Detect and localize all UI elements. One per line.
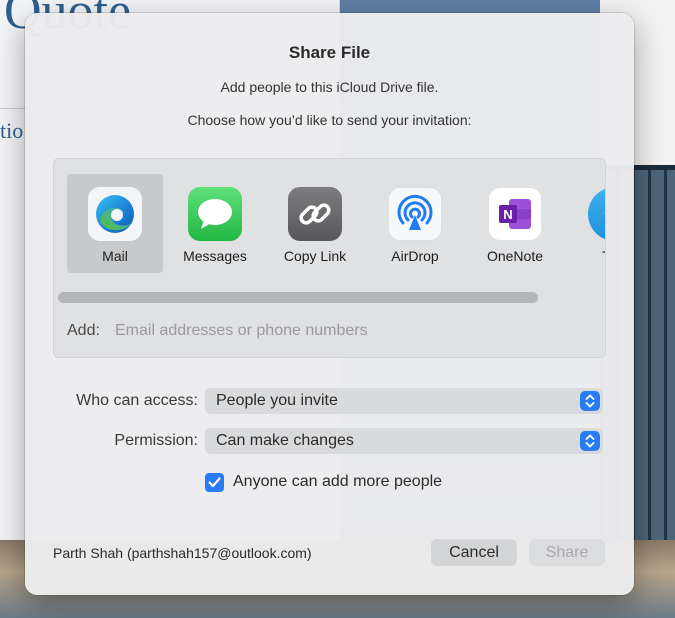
- svg-text:N: N: [503, 207, 512, 222]
- onenote-icon: N: [488, 187, 542, 241]
- add-label: Add:: [67, 322, 100, 339]
- share-option-onenote[interactable]: N OneNote: [467, 174, 563, 273]
- share-option-messages[interactable]: Messages: [167, 174, 263, 273]
- permission-select[interactable]: Can make changes: [205, 428, 603, 454]
- checkmark-icon: [208, 477, 221, 488]
- share-button[interactable]: Share: [529, 539, 605, 566]
- chevron-up-down-icon: [580, 391, 600, 411]
- access-select-value: People you invite: [216, 392, 338, 409]
- access-label: Who can access:: [76, 392, 198, 409]
- access-select[interactable]: People you invite: [205, 388, 603, 414]
- share-option-label: OneNote: [486, 248, 544, 264]
- share-option-label: AirDrop: [391, 248, 439, 264]
- dialog-instruction: Choose how you’d like to send your invit…: [187, 112, 472, 128]
- share-option-airdrop[interactable]: AirDrop: [367, 174, 463, 273]
- share-option-telegram[interactable]: Tele: [567, 174, 605, 273]
- cancel-button[interactable]: Cancel: [431, 539, 517, 566]
- share-option-copy-link[interactable]: Copy Link: [267, 174, 363, 273]
- account-info: Parth Shah (parthshah157@outlook.com): [53, 545, 312, 561]
- permission-select-value: Can make changes: [216, 432, 354, 449]
- add-recipients-row: Add:: [67, 322, 555, 340]
- background-text: tio: [0, 118, 24, 143]
- share-option-label: Tele: [557, 248, 605, 264]
- share-options-panel: Mail Messages Copy Link AirDrop N OneNot…: [53, 158, 606, 358]
- messages-icon: [188, 187, 242, 241]
- share-options-list: Mail Messages Copy Link AirDrop N OneNot…: [67, 174, 605, 274]
- share-option-label: Messages: [183, 248, 247, 264]
- share-option-mail[interactable]: Mail: [67, 174, 163, 273]
- allow-add-people-label[interactable]: Anyone can add more people: [233, 473, 442, 491]
- share-option-label: Mail: [102, 248, 128, 264]
- permission-label: Permission:: [114, 432, 198, 449]
- recipients-input[interactable]: [115, 322, 555, 340]
- airdrop-icon: [388, 187, 442, 241]
- dialog-subtitle: Add people to this iCloud Drive file.: [220, 79, 439, 95]
- link-icon: [288, 187, 342, 241]
- share-file-dialog: Share File Add people to this iCloud Dri…: [25, 13, 634, 595]
- allow-add-people-checkbox[interactable]: [205, 473, 224, 492]
- share-options-scrollbar[interactable]: [58, 292, 538, 303]
- dialog-title: Share File: [288, 43, 371, 62]
- telegram-icon: [588, 187, 605, 241]
- edge-icon: [88, 187, 142, 241]
- chevron-up-down-icon: [580, 431, 600, 451]
- share-option-label: Copy Link: [283, 248, 347, 264]
